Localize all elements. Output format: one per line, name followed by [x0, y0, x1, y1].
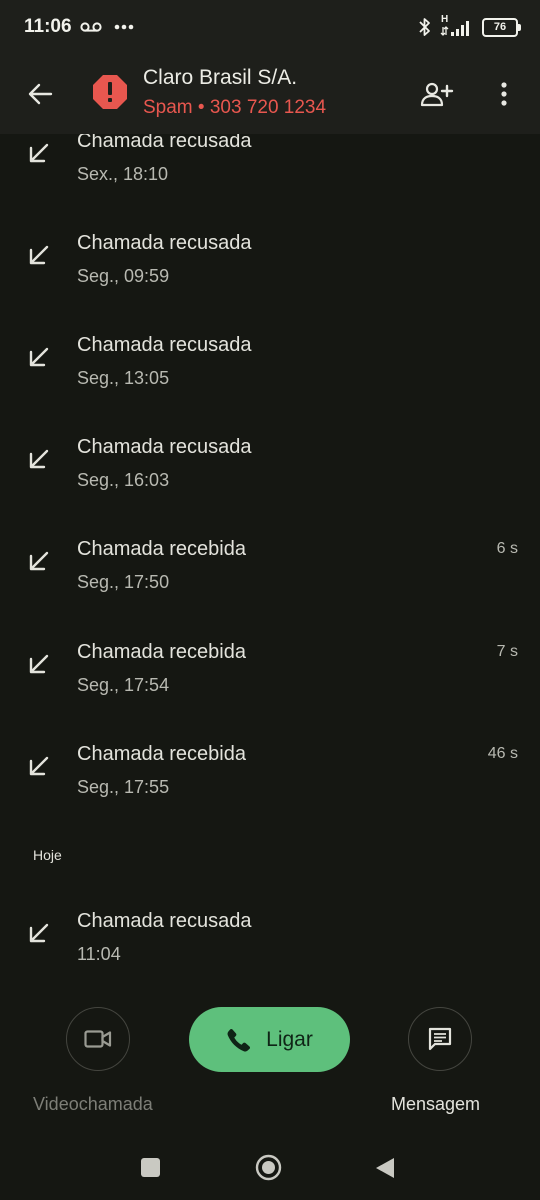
message-icon — [428, 1027, 452, 1051]
call-title: Chamada recusada — [77, 134, 252, 152]
contact-name: Claro Brasil S/A. — [143, 66, 298, 89]
incoming-call-arrow-icon — [29, 551, 49, 571]
nav-back-button[interactable] — [374, 1156, 396, 1180]
call-duration: 46 s — [487, 745, 518, 762]
call-time: 11:04 — [77, 944, 121, 964]
incoming-call-arrow-icon — [29, 143, 49, 163]
video-call-button[interactable] — [66, 1007, 130, 1071]
call-button[interactable]: Ligar — [189, 1007, 350, 1072]
contact-header: Claro Brasil S/A. Spam • 303 720 1234 — [0, 56, 540, 134]
call-entry[interactable]: Chamada recebida Seg., 17:50 6 s — [0, 508, 540, 610]
incoming-call-arrow-icon — [29, 654, 49, 674]
more-options-button[interactable] — [484, 72, 524, 116]
status-system-icons: H 76 — [418, 14, 521, 40]
call-title: Chamada recusada — [77, 334, 252, 356]
signal-icon — [440, 21, 469, 36]
call-history-screen: 11:06 H 76 Claro Brasil S/A. Spam • 303 … — [0, 0, 540, 1200]
call-history-list[interactable]: Chamada recusada Sex., 18:10 Chamada rec… — [0, 134, 540, 990]
more-vertical-icon — [501, 82, 507, 106]
incoming-call-arrow-icon — [29, 347, 49, 367]
more-notifications-icon — [114, 24, 134, 30]
voicemail-icon — [80, 22, 102, 32]
call-entry[interactable]: Chamada recusada 11:04 — [0, 880, 540, 982]
call-title: Chamada recusada — [77, 910, 252, 932]
home-button[interactable] — [255, 1154, 282, 1181]
phone-icon — [227, 1028, 251, 1051]
call-title: Chamada recebida — [77, 743, 246, 765]
call-time: Seg., 17:54 — [77, 675, 170, 695]
back-button[interactable] — [18, 72, 62, 116]
call-time: Seg., 13:05 — [77, 368, 170, 388]
call-entry[interactable]: Chamada recebida Seg., 17:55 46 s — [0, 713, 540, 815]
recents-button[interactable] — [141, 1158, 160, 1177]
add-contact-button[interactable] — [414, 72, 460, 116]
call-entry[interactable]: Chamada recusada Seg., 16:03 — [0, 406, 540, 508]
person-add-icon — [420, 82, 454, 107]
call-entry[interactable]: Chamada recusada Sex., 18:10 — [0, 134, 540, 202]
system-navigation-bar — [0, 1130, 540, 1200]
call-time: Seg., 17:55 — [77, 777, 170, 797]
status-notification-icons — [80, 16, 134, 38]
call-duration: 6 s — [496, 540, 518, 557]
call-duration: 7 s — [496, 643, 518, 660]
call-time: Sex., 18:10 — [77, 164, 169, 184]
call-title: Chamada recusada — [77, 436, 252, 458]
message-label: Mensagem — [391, 1094, 481, 1114]
call-entry[interactable]: Chamada recusada Seg., 09:59 — [0, 202, 540, 304]
incoming-call-arrow-icon — [29, 245, 49, 265]
spam-number-label: Spam • 303 720 1234 — [143, 97, 327, 118]
status-bar: 11:06 H 76 — [0, 0, 540, 56]
call-time: Seg., 16:03 — [77, 470, 170, 490]
message-button[interactable] — [408, 1007, 472, 1071]
call-title: Chamada recusada — [77, 232, 252, 254]
bluetooth-icon — [419, 18, 430, 36]
spam-warning-icon — [93, 75, 127, 109]
call-time: Seg., 09:59 — [77, 266, 170, 286]
battery-indicator: 76 — [482, 17, 521, 37]
status-time: 11:06 — [24, 16, 72, 37]
signal-group: H — [440, 14, 474, 38]
videocam-icon — [84, 1030, 112, 1048]
incoming-call-arrow-icon — [29, 923, 49, 943]
incoming-call-arrow-icon — [29, 756, 49, 776]
incoming-call-arrow-icon — [29, 449, 49, 469]
call-entry[interactable]: Chamada recusada Seg., 13:05 — [0, 304, 540, 406]
video-call-label: Videochamada — [33, 1094, 153, 1114]
call-button-label: Ligar — [266, 1027, 313, 1051]
call-title: Chamada recebida — [77, 641, 246, 663]
call-time: Seg., 17:50 — [77, 572, 170, 592]
call-entry[interactable]: Chamada recebida Seg., 17:54 7 s — [0, 611, 540, 713]
section-header-today: Hoje — [33, 847, 62, 863]
call-title: Chamada recebida — [77, 538, 246, 560]
back-arrow-icon — [28, 83, 53, 105]
